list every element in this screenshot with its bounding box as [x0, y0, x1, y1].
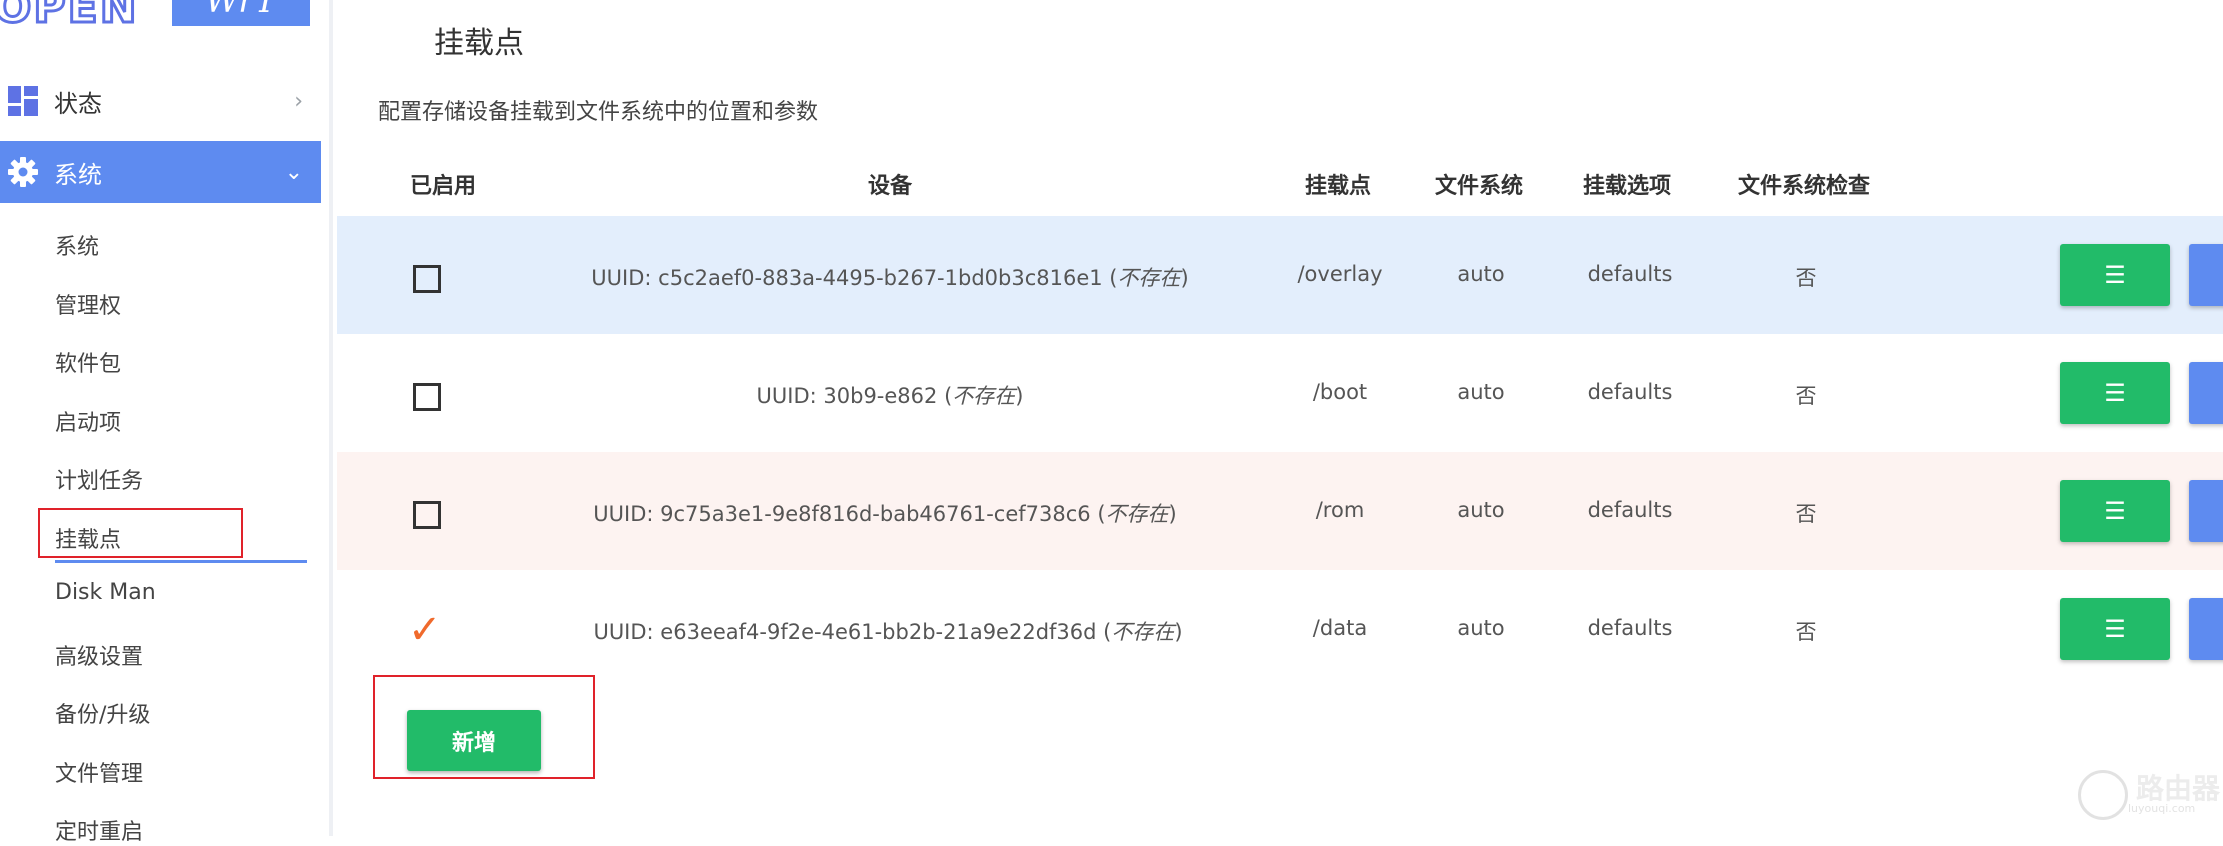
- device-missing: 不存在: [1105, 502, 1169, 526]
- watermark-logo-icon: [2078, 770, 2128, 820]
- delete-button[interactable]: [2189, 480, 2223, 542]
- device-uuid: UUID: c5c2aef0-883a-4495-b267-1bd0b3c816…: [591, 266, 1103, 290]
- mount-cell: /data: [1312, 616, 1368, 640]
- dashboard-icon: [8, 86, 38, 116]
- sidebar-item-mount-points[interactable]: 挂载点: [55, 522, 121, 554]
- header-mount-point: 挂载点: [1305, 174, 1372, 199]
- menu-system[interactable]: 系统 ⌄: [0, 141, 321, 203]
- sidebar-item-crontab[interactable]: 计划任务: [55, 463, 143, 495]
- check-cell: 否: [1795, 502, 1817, 526]
- device-missing: 不存在: [952, 384, 1016, 408]
- edit-button[interactable]: ☰: [2060, 362, 2170, 424]
- edit-button[interactable]: ☰: [2060, 480, 2170, 542]
- delete-button[interactable]: [2189, 598, 2223, 660]
- sidebar-item-advanced[interactable]: 高级设置: [55, 639, 143, 671]
- checkmark-icon[interactable]: ✓: [408, 610, 442, 650]
- page-title: 挂载点: [434, 26, 524, 61]
- fs-cell: auto: [1457, 616, 1505, 640]
- check-cell: 否: [1795, 266, 1817, 290]
- sidebar-item-startup[interactable]: 启动项: [55, 405, 121, 437]
- sidebar-item-admin[interactable]: 管理权: [55, 288, 121, 320]
- add-button[interactable]: 新增: [407, 710, 541, 771]
- edit-button[interactable]: ☰: [2060, 244, 2170, 306]
- page-description: 配置存储设备挂载到文件系统中的位置和参数: [378, 100, 819, 125]
- check-cell: 否: [1795, 384, 1817, 408]
- mount-cell: /boot: [1312, 380, 1368, 404]
- header-enabled: 已启用: [410, 174, 477, 199]
- device-uuid: UUID: 9c75a3e1-9e8f816d-bab46761-cef738c…: [593, 502, 1091, 526]
- header-fs-check: 文件系统检查: [1738, 174, 1871, 199]
- options-cell: defaults: [1587, 498, 1673, 522]
- delete-button[interactable]: [2189, 244, 2223, 306]
- options-cell: defaults: [1587, 262, 1673, 286]
- watermark: 路由器 luyouqi.com: [2078, 770, 2220, 820]
- gear-icon: [8, 157, 38, 187]
- chevron-right-icon: ›: [294, 88, 303, 114]
- device-missing: 不存在: [1111, 620, 1175, 644]
- sidebar: OPEN WrT 状态 › 系统 ⌄ 系统 管理权 软件包 启动项 计划任务 挂…: [0, 0, 333, 845]
- menu-system-label: 系统: [54, 160, 102, 189]
- sidebar-item-scheduled-reboot[interactable]: 定时重启: [55, 814, 143, 846]
- logo-wrt-text: WrT: [172, 0, 310, 26]
- device-uuid: UUID: 30b9-e862: [756, 384, 938, 408]
- device-missing: 不存在: [1117, 266, 1181, 290]
- edit-button[interactable]: ☰: [2060, 598, 2170, 660]
- device-cell: UUID: c5c2aef0-883a-4495-b267-1bd0b3c816…: [591, 266, 1189, 290]
- device-cell: UUID: 9c75a3e1-9e8f816d-bab46761-cef738c…: [593, 502, 1177, 526]
- options-cell: defaults: [1587, 616, 1673, 640]
- mount-cell: /rom: [1315, 498, 1365, 522]
- check-cell: 否: [1795, 620, 1817, 644]
- table-row: [337, 334, 2223, 452]
- enabled-checkbox[interactable]: [413, 265, 441, 293]
- device-uuid: UUID: e63eeaf4-9f2e-4e61-bb2b-21a9e22df3…: [593, 620, 1097, 644]
- watermark-text: 路由器: [2136, 771, 2221, 805]
- sidebar-item-file-manager[interactable]: 文件管理: [55, 756, 143, 788]
- logo-open-text: OPEN: [0, 0, 139, 35]
- device-cell: UUID: e63eeaf4-9f2e-4e61-bb2b-21a9e22df3…: [593, 620, 1183, 644]
- chevron-down-icon: ⌄: [284, 159, 303, 185]
- active-item-underline: [55, 560, 307, 563]
- sidebar-item-backup[interactable]: 备份/升级: [55, 697, 150, 729]
- delete-button[interactable]: [2189, 362, 2223, 424]
- header-mount-options: 挂载选项: [1583, 174, 1672, 199]
- sidebar-item-packages[interactable]: 软件包: [55, 346, 121, 378]
- sidebar-item-system[interactable]: 系统: [55, 229, 99, 261]
- sidebar-item-disk-man[interactable]: Disk Man: [55, 580, 156, 605]
- enabled-checkbox[interactable]: [413, 383, 441, 411]
- device-cell: UUID: 30b9-e862 (不存在): [756, 384, 1024, 408]
- fs-cell: auto: [1457, 262, 1505, 286]
- fs-cell: auto: [1457, 380, 1505, 404]
- header-device: 设备: [868, 174, 913, 199]
- menu-status-label: 状态: [54, 89, 102, 118]
- enabled-checkbox[interactable]: [413, 501, 441, 529]
- fs-cell: auto: [1457, 498, 1505, 522]
- menu-status[interactable]: 状态 ›: [0, 70, 321, 132]
- mount-cell: /overlay: [1297, 262, 1383, 286]
- options-cell: defaults: [1587, 380, 1673, 404]
- header-filesystem: 文件系统: [1435, 174, 1524, 199]
